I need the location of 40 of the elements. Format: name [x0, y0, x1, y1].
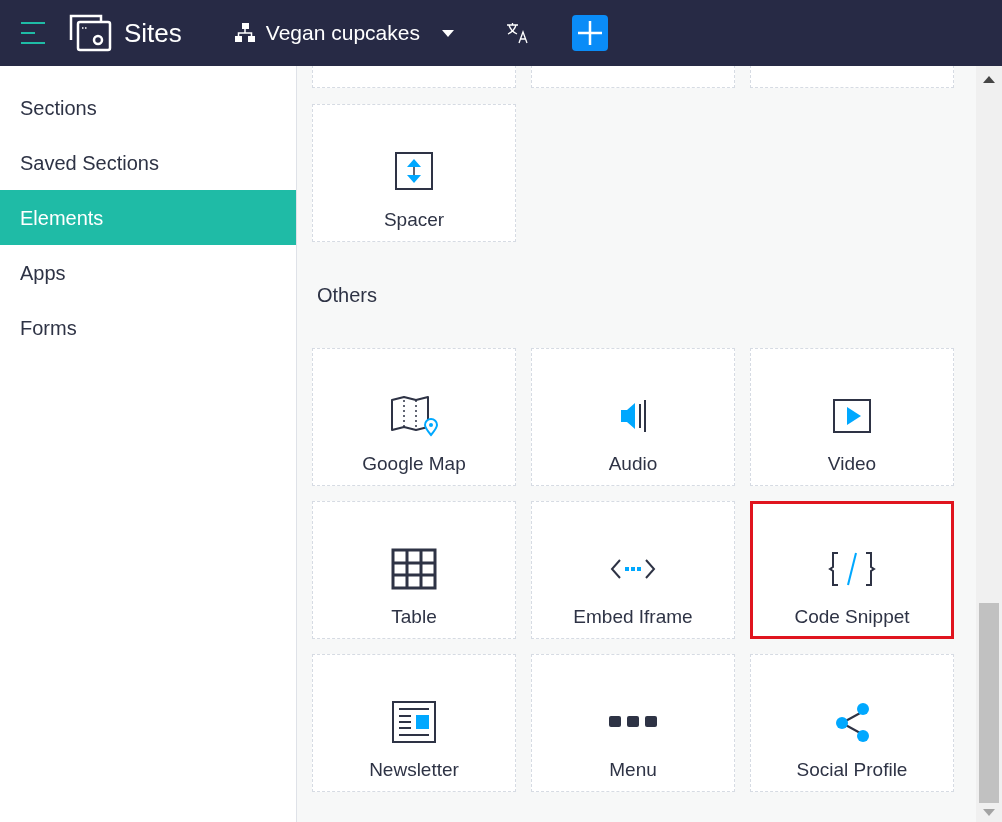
element-tile[interactable]: Code Snippet: [750, 501, 954, 639]
element-tile[interactable]: Menu: [531, 654, 735, 792]
element-label: Table: [391, 605, 437, 629]
group-heading: Others: [317, 283, 379, 308]
element-label: Video: [827, 452, 877, 476]
sidebar-item[interactable]: Sections: [0, 80, 296, 135]
element-label: Google Map: [362, 452, 466, 476]
map-pin-icon: [388, 394, 440, 438]
element-label: Social Profile: [796, 758, 908, 782]
sidebar-item[interactable]: Forms: [0, 300, 296, 355]
element-tile[interactable]: Embed Iframe: [531, 501, 735, 639]
element-label: Menu: [609, 758, 657, 782]
element-label: Newsletter: [369, 758, 459, 782]
element-tile[interactable]: Table: [312, 501, 516, 639]
site-selector[interactable]: Vegan cupcakes: [233, 17, 454, 49]
menu-icon[interactable]: [20, 21, 46, 45]
scrollbar[interactable]: [976, 66, 1002, 822]
scroll-up-icon[interactable]: [983, 76, 995, 83]
gear-window-icon: [68, 12, 114, 54]
element-tile[interactable]: Video: [750, 348, 954, 486]
element-label: Embed Iframe: [573, 605, 693, 629]
element-tile[interactable]: Google Map: [312, 348, 516, 486]
element-tile[interactable]: Spacer: [312, 104, 516, 242]
scrollbar-thumb[interactable]: [979, 603, 999, 803]
caret-icon: [441, 29, 454, 37]
plus-icon: [577, 21, 602, 45]
element-tile[interactable]: Newsletter: [312, 654, 516, 792]
scroll-down-icon[interactable]: [983, 809, 995, 816]
sidebar-item[interactable]: Apps: [0, 245, 296, 300]
element-label: Spacer: [383, 208, 445, 232]
app-title: Sites: [124, 16, 182, 50]
element-label: Audio: [608, 452, 658, 476]
translate-icon[interactable]: [505, 21, 530, 45]
sidebar-item[interactable]: Saved Sections: [0, 135, 296, 190]
element-tile[interactable]: Social Profile: [750, 654, 954, 792]
three-squares-icon: [609, 716, 657, 727]
element-tile[interactable]: Audio: [531, 348, 735, 486]
element-label: Code Snippet: [794, 605, 910, 629]
sitemap-icon: [233, 22, 256, 44]
add-button[interactable]: [571, 15, 608, 51]
